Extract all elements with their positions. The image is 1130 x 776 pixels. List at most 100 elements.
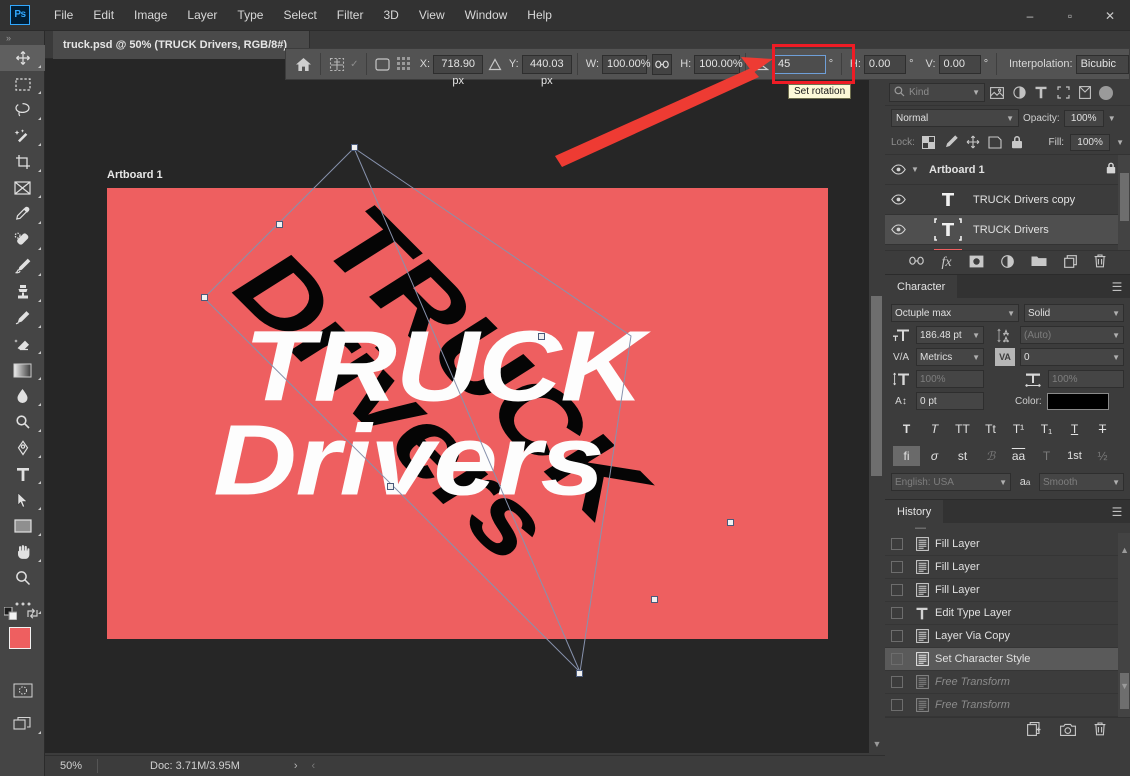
menu-item-filter[interactable]: Filter (327, 5, 374, 25)
lock-position-icon[interactable] (965, 134, 981, 150)
transform-handle-bottom[interactable] (576, 670, 583, 677)
menu-item-edit[interactable]: Edit (83, 5, 124, 25)
home-icon[interactable] (292, 52, 315, 76)
layers-scrollbar[interactable] (1118, 155, 1130, 250)
link-icon[interactable] (652, 54, 672, 75)
old-style-button[interactable]: aa (1005, 446, 1032, 466)
interpolation-select[interactable]: Bicubic (1076, 55, 1129, 74)
document-tab[interactable]: truck.psd @ 50% (TRUCK Drivers, RGB/8#) (53, 31, 310, 59)
history-snapshot-toggle[interactable] (885, 676, 909, 688)
history-row[interactable]: Fill Layer (885, 579, 1130, 602)
history-row[interactable]: Layer Via Copy (885, 625, 1130, 648)
minimize-button[interactable]: – (1010, 0, 1050, 31)
fill-chevron-down-icon[interactable]: ▼ (1116, 138, 1124, 147)
language-select[interactable]: English: USA ▼ (891, 473, 1011, 491)
foreground-color-swatch[interactable] (9, 627, 31, 649)
tracking-input[interactable]: 0 ▼ (1020, 348, 1124, 366)
swash-button[interactable]: ℬ (977, 446, 1004, 466)
history-scroll-thumb[interactable] (1120, 673, 1129, 709)
history-snapshot-toggle[interactable] (885, 584, 909, 596)
chevron-down-icon[interactable]: ▼ (972, 331, 980, 340)
chevron-down-icon[interactable]: ▼ (972, 353, 980, 362)
hand-tool[interactable] (0, 539, 45, 565)
transform-handle-top-left-mid[interactable] (276, 221, 283, 228)
dodge-tool[interactable] (0, 409, 45, 435)
transform-handle-bottom-right-mid[interactable] (651, 596, 658, 603)
font-style-select[interactable]: Solid ▼ (1024, 304, 1124, 322)
horizontal-type-tool[interactable] (0, 461, 45, 487)
rotation-input[interactable]: 45 (773, 55, 826, 74)
shape-filter-icon[interactable] (1053, 83, 1073, 103)
artboard-lock-icon[interactable] (1106, 162, 1116, 177)
menu-item-help[interactable]: Help (517, 5, 562, 25)
close-button[interactable]: ✕ (1090, 0, 1130, 31)
panel-menu-icon[interactable]: ☰ (1104, 500, 1130, 523)
superscript-button[interactable]: T¹ (1005, 419, 1032, 439)
faux-italic-button[interactable]: T (921, 419, 948, 439)
history-row-selected[interactable]: Set Character Style (885, 648, 1130, 671)
panel-menu-icon[interactable]: ☰ (1104, 275, 1130, 298)
status-expand-chevron-icon[interactable]: › (240, 760, 298, 772)
font-size-input[interactable]: 186.48 pt ▼ (916, 326, 984, 344)
crop-tool[interactable] (0, 149, 45, 175)
history-scrollbar[interactable]: ▲ ▼ (1118, 533, 1130, 717)
menu-item-layer[interactable]: Layer (177, 5, 227, 25)
skew-v-input[interactable]: 0.00 (939, 55, 981, 74)
tab-character[interactable]: Character (885, 275, 957, 298)
y-position-input[interactable]: 440.03 px (522, 55, 572, 74)
transform-handle-right[interactable] (727, 519, 734, 526)
text-color-swatch[interactable] (1047, 393, 1109, 410)
ordinals-button[interactable]: 1st (1061, 446, 1088, 466)
anti-alias-select[interactable]: Smooth ▼ (1039, 473, 1124, 491)
discretionary-ligatures-button[interactable]: st (949, 446, 976, 466)
canvas-area[interactable]: Artboard 1 TRUCK Drivers TRUCK Drivers T… (45, 59, 885, 753)
canvas-vertical-scroll-thumb[interactable] (871, 296, 882, 476)
scroll-down-chevron-icon[interactable]: ▼ (1120, 681, 1129, 691)
lasso-tool[interactable] (0, 97, 45, 123)
rectangular-marquee-tool[interactable] (0, 71, 45, 97)
history-row[interactable]: Fill Layer (885, 533, 1130, 556)
layer-visibility-icon[interactable] (885, 164, 911, 175)
chevron-down-icon[interactable]: ▼ (1112, 353, 1120, 362)
transform-handle-center[interactable] (387, 483, 394, 490)
menu-item-type[interactable]: Type (227, 5, 273, 25)
default-colors-icon[interactable] (4, 607, 17, 623)
history-snapshot-toggle[interactable] (885, 538, 909, 550)
vertical-scale-input[interactable]: 100% (916, 370, 984, 388)
quick-mask-icon[interactable] (0, 677, 45, 703)
menu-item-window[interactable]: Window (455, 5, 518, 25)
blur-tool[interactable] (0, 383, 45, 409)
link-layers-icon[interactable] (909, 256, 924, 269)
menu-item-file[interactable]: File (44, 5, 83, 25)
new-layer-icon[interactable] (1064, 255, 1077, 271)
brush-tool[interactable] (0, 253, 45, 279)
height-input[interactable]: 100.00% (694, 55, 739, 74)
chevron-down-icon[interactable]: ▼ (1006, 114, 1014, 123)
layer-row-artboard-1[interactable]: ▼ Artboard 1 (885, 155, 1130, 185)
scroll-up-chevron-icon[interactable]: ▲ (1120, 545, 1129, 555)
baseline-shift-input[interactable]: 0 pt (916, 392, 984, 410)
transform-handle-top[interactable] (351, 144, 358, 151)
chevron-down-icon[interactable]: ▼ (1112, 309, 1120, 318)
spot-healing-brush-tool[interactable] (0, 227, 45, 253)
strikethrough-button[interactable]: T (1089, 419, 1116, 439)
chevron-down-icon[interactable]: ▼ (999, 478, 1007, 487)
layer-visibility-icon[interactable] (885, 194, 911, 205)
lock-transparent-pixels-icon[interactable] (921, 134, 937, 150)
group-expand-chevron-icon[interactable]: ▼ (911, 165, 925, 174)
layer-visibility-icon[interactable] (885, 224, 911, 235)
chevron-down-icon[interactable]: ▼ (1112, 331, 1120, 340)
layer-thumbnail-fill[interactable] (933, 248, 963, 251)
history-snapshot-toggle[interactable] (885, 561, 909, 573)
layer-row-truck-drivers[interactable]: TRUCK Drivers (885, 215, 1130, 245)
delete-layer-icon[interactable] (1094, 254, 1106, 271)
underline-button[interactable]: T (1061, 419, 1088, 439)
create-document-from-state-icon[interactable] (1027, 722, 1042, 739)
history-snapshot-toggle[interactable] (885, 607, 909, 619)
swap-colors-icon[interactable] (26, 607, 39, 623)
delete-state-icon[interactable] (1094, 722, 1106, 739)
filter-enable-toggle[interactable] (1099, 86, 1113, 100)
reference-point-checkbox[interactable]: ✓ (348, 52, 361, 76)
gradient-tool[interactable] (0, 357, 45, 383)
font-family-select[interactable]: Octuple max ▼ (891, 304, 1019, 322)
